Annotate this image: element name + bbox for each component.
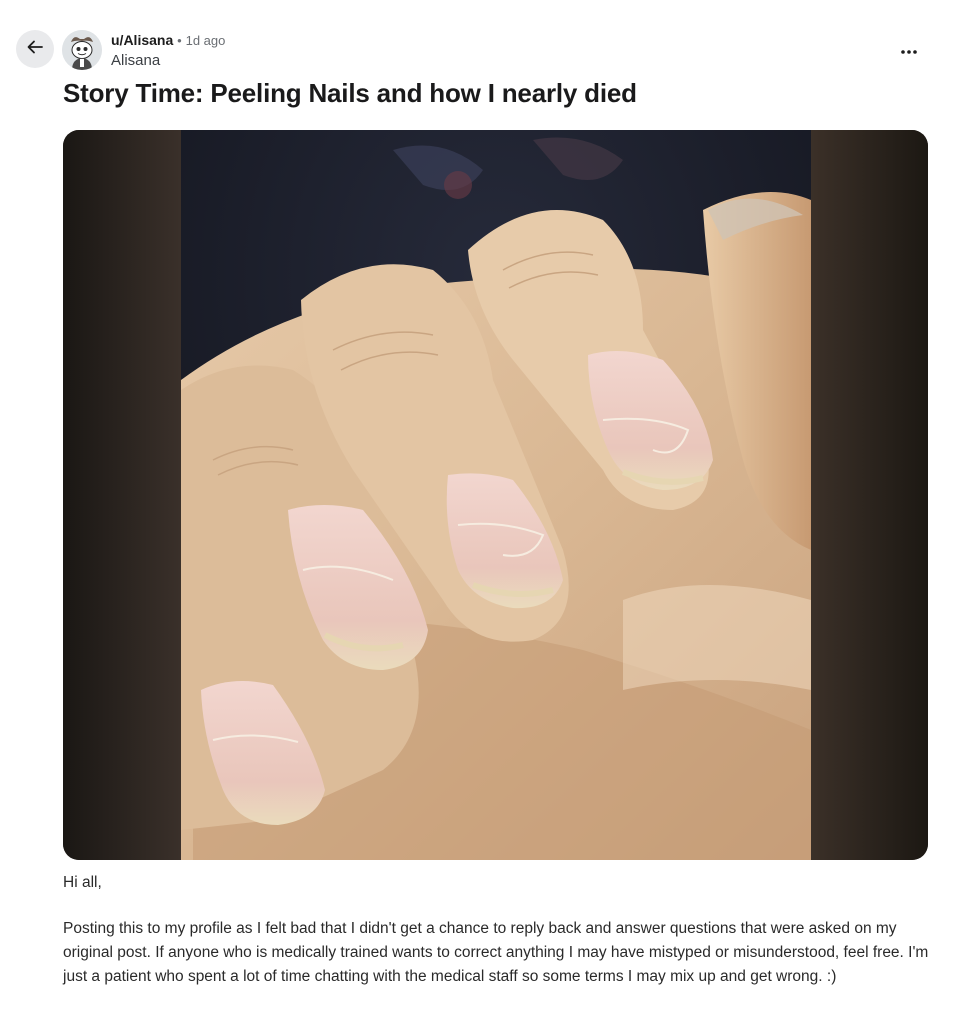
display-name: Alisana [111, 52, 161, 69]
back-button[interactable] [16, 30, 54, 68]
paragraph-intro: Posting this to my profile as I felt bad… [63, 920, 929, 985]
post-age: 1d ago [185, 33, 226, 48]
username-link[interactable]: u/Alisana [111, 32, 173, 48]
post-title: Story Time: Peeling Nails and how I near… [63, 78, 637, 108]
arrow-left-icon [26, 38, 44, 61]
post-image[interactable] [63, 130, 928, 860]
more-horizontal-icon [900, 42, 918, 60]
paragraph-greeting: Hi all, [63, 874, 102, 891]
post-body: Hi all, Posting this to my profile as I … [63, 871, 933, 1011]
more-options-button[interactable] [892, 36, 926, 66]
reddit-snoo-avatar [62, 30, 102, 70]
author-row: u/Alisana • 1d ago [111, 31, 225, 50]
post-meta: u/Alisana • 1d ago Alisana [111, 31, 225, 69]
avatar[interactable] [62, 30, 102, 70]
meta-separator: • [177, 33, 182, 48]
hand-with-peeling-nails-image [63, 130, 928, 860]
